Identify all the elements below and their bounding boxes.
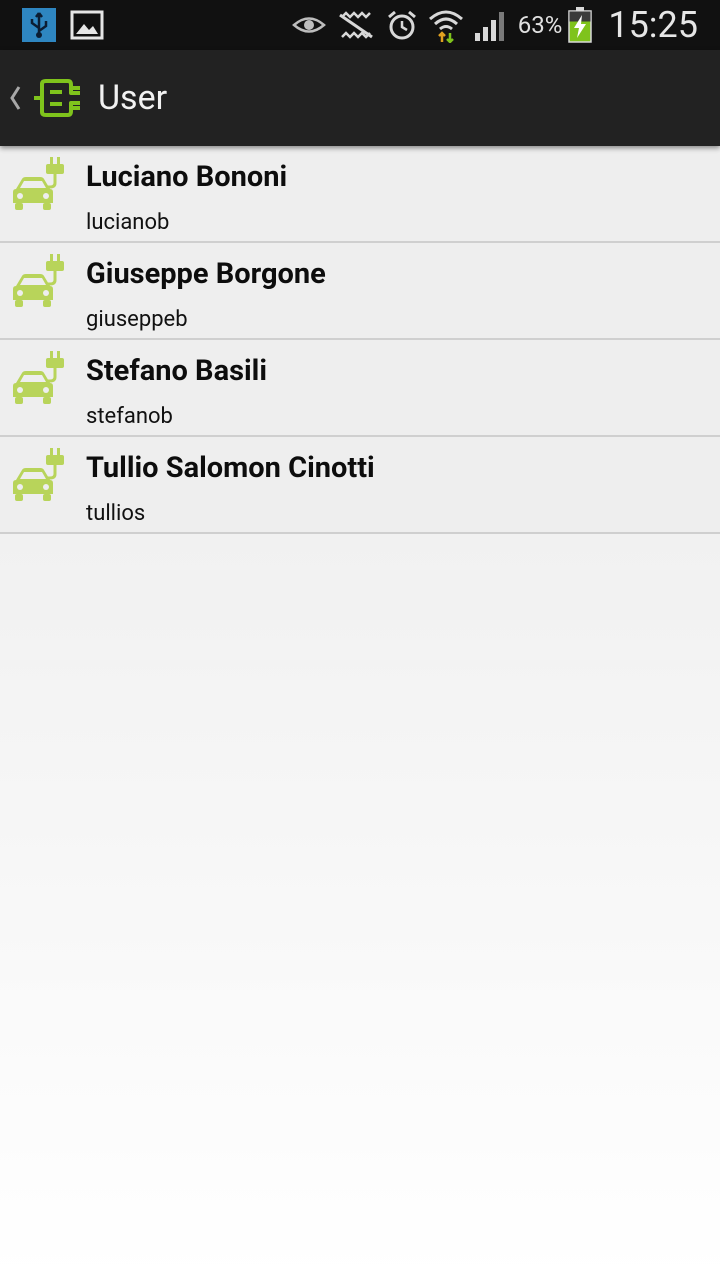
user-name: Luciano Bononi (86, 160, 288, 194)
wifi-icon (428, 10, 463, 43)
signal-icon (474, 12, 504, 41)
list-item[interactable]: Luciano Bononi lucianob (0, 146, 720, 243)
list-item[interactable]: Stefano Basili stefanob (0, 340, 720, 437)
user-name: Giuseppe Borgone (86, 257, 326, 291)
list-item[interactable]: Tullio Salomon Cinotti tullios (0, 437, 720, 534)
eye-icon (291, 17, 326, 33)
user-username: tullios (86, 501, 146, 526)
user-name: Stefano Basili (86, 354, 268, 388)
user-username: stefanob (86, 404, 173, 429)
silent-icon (338, 11, 373, 39)
up-caret-icon[interactable] (8, 83, 22, 113)
clock: 15:25 (608, 4, 698, 46)
plug-logo-icon[interactable] (32, 78, 82, 118)
user-username: giuseppeb (86, 307, 188, 332)
status-bar: 63% 15:25 (0, 0, 720, 50)
battery-percent: 63% (517, 11, 563, 39)
page-title: User (98, 78, 168, 118)
list-item[interactable]: Giuseppe Borgone giuseppeb (0, 243, 720, 340)
electric-car-icon (13, 448, 64, 501)
usb-icon (22, 8, 56, 42)
user-name: Tullio Salomon Cinotti (86, 451, 375, 485)
user-username: lucianob (86, 210, 170, 235)
electric-car-icon (13, 351, 64, 404)
alarm-icon (387, 10, 416, 40)
battery-icon (568, 7, 593, 43)
electric-car-icon (13, 254, 64, 307)
electric-car-icon (13, 157, 64, 210)
user-list: Luciano Bononi lucianob Giuseppe Borgone… (0, 146, 720, 534)
image-icon (70, 10, 104, 40)
action-bar: User (0, 50, 720, 146)
